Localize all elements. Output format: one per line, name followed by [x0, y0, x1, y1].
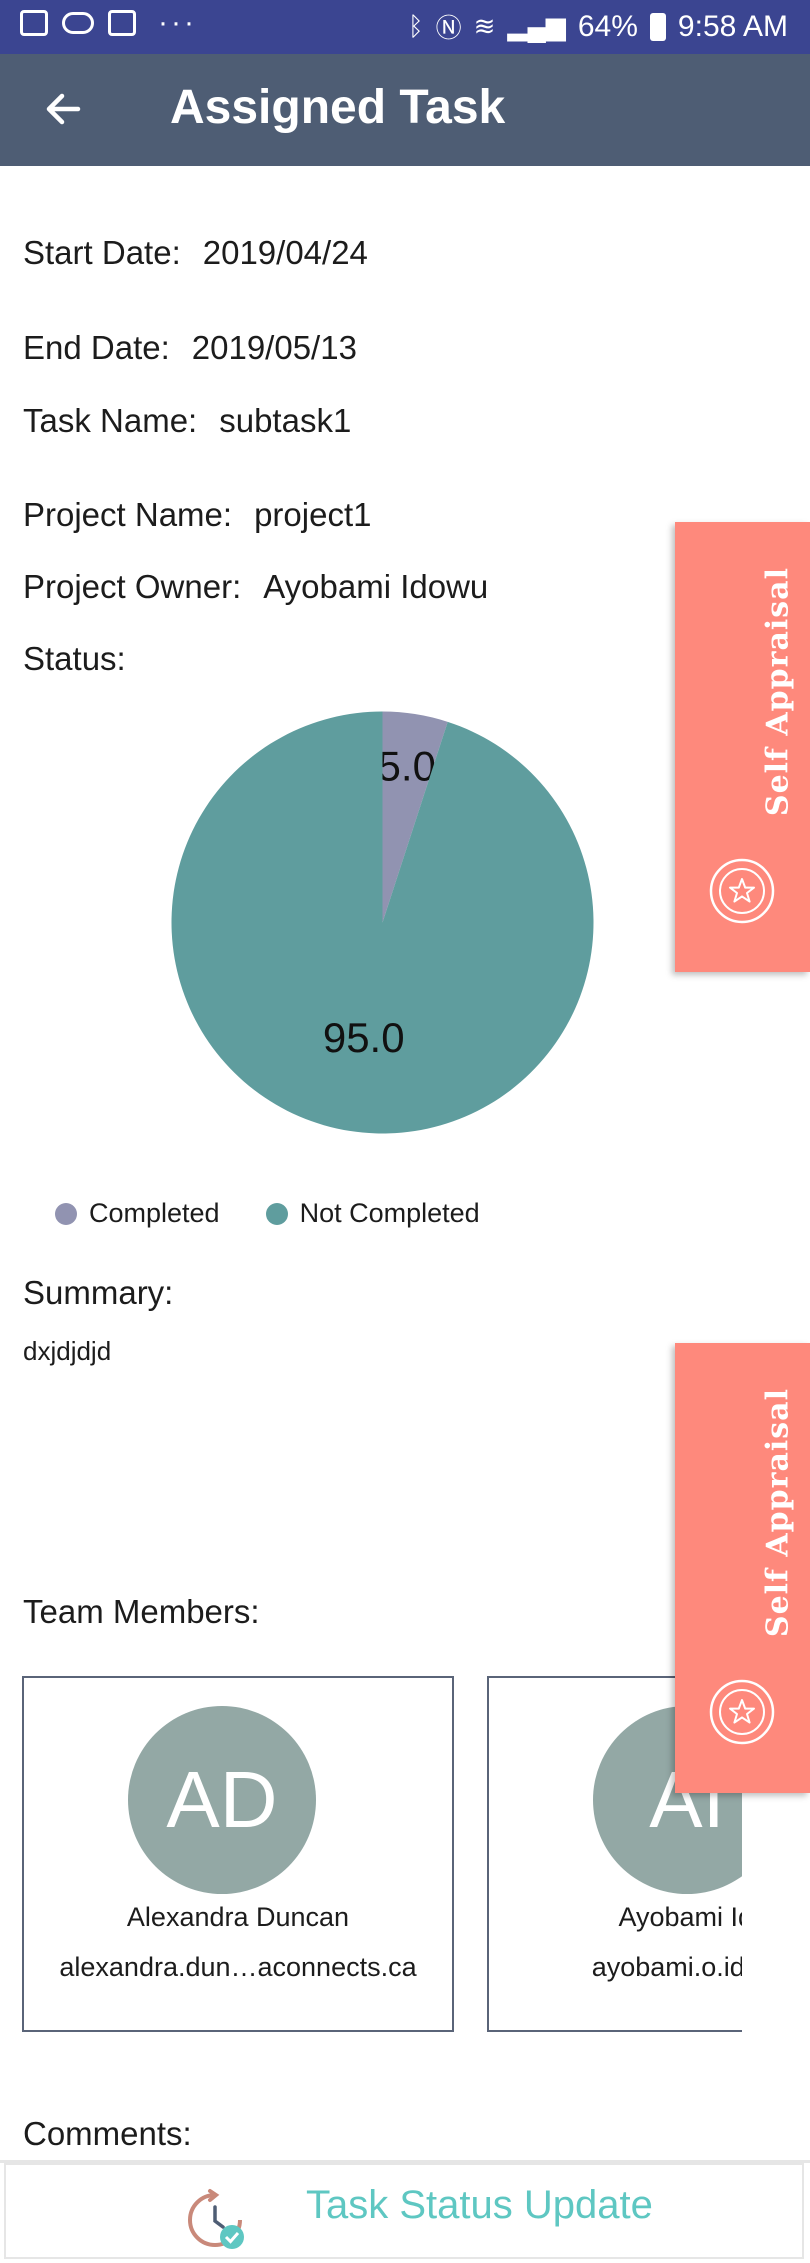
- cloud-icon: [62, 12, 94, 34]
- nfc-icon: Ⓝ: [435, 13, 462, 43]
- bluetooth-icon: ᛒ: [408, 11, 424, 41]
- member-name: Alexandra Duncan: [126, 1902, 350, 1932]
- task-status-update-label: Task Status Update: [306, 2183, 653, 2227]
- project-name-row: Project Name: project1: [23, 496, 371, 534]
- avatar: AD: [128, 1706, 316, 1894]
- page-title: Assigned Task: [170, 81, 506, 134]
- start-date-row: Start Date: 2019/04/24: [23, 234, 368, 272]
- project-name-label: Project Name:: [23, 496, 233, 533]
- task-name-row: Task Name: subtask1: [23, 402, 351, 440]
- task-name-label: Task Name:: [23, 402, 198, 439]
- task-status-update-bar[interactable]: Task Status Update: [0, 2160, 810, 2263]
- team-members-label: Team Members:: [23, 1593, 260, 1630]
- project-owner-label: Project Owner:: [23, 568, 242, 605]
- task-status-update-button[interactable]: Task Status Update: [4, 2163, 804, 2259]
- end-date-row: End Date: 2019/05/13: [23, 329, 357, 367]
- legend-dot-completed: [55, 1202, 77, 1225]
- summary-label: Summary:: [23, 1274, 174, 1311]
- member-email: ayobami.o.ido…@: [591, 1952, 742, 1982]
- self-appraisal-tab[interactable]: Self Appraisal: [675, 1343, 810, 1793]
- start-date-value: 2019/04/24: [202, 234, 368, 271]
- project-name-value: project1: [254, 496, 372, 533]
- self-appraisal-label: Self Appraisal: [760, 1388, 795, 1638]
- star-badge-icon: [709, 858, 775, 924]
- team-member-card[interactable]: AD Alexandra Duncan alexandra.dun…aconne…: [22, 1676, 454, 2032]
- star-badge-icon: [709, 1679, 775, 1745]
- battery-percent: 64%: [577, 9, 638, 43]
- status-pie-chart: 5.0 95.0: [171, 711, 594, 1134]
- self-appraisal-tab[interactable]: Self Appraisal: [675, 522, 810, 972]
- legend-dot-not-completed: [265, 1202, 288, 1225]
- self-appraisal-label: Self Appraisal: [760, 567, 795, 817]
- gallery-icon: [20, 10, 48, 36]
- member-email: alexandra.dun…aconnects.ca: [59, 1952, 417, 1982]
- wifi-icon: ≋: [473, 11, 496, 41]
- app-bar: Assigned Task: [0, 54, 810, 166]
- task-name-value: subtask1: [219, 402, 352, 439]
- status-bar: ··· ᛒ Ⓝ ≋ ▂▄▆ 64% 9:58 AM: [0, 0, 810, 54]
- more-notifications-icon: ···: [158, 6, 197, 39]
- status-label: Status:: [23, 640, 126, 677]
- legend-item-not-completed: Not Completed: [265, 1198, 480, 1229]
- pie-value-label: 95.0: [323, 1014, 405, 1061]
- battery-icon: [649, 12, 666, 41]
- start-date-label: Start Date:: [23, 234, 181, 271]
- clock: 9:58 AM: [677, 9, 788, 43]
- legend-label-completed: Completed: [89, 1198, 220, 1228]
- member-name: Ayobami Idow: [618, 1902, 742, 1932]
- end-date-label: End Date:: [23, 329, 170, 366]
- project-owner-row: Project Owner: Ayobami Idowu: [23, 568, 488, 606]
- status-update-icon: [188, 2189, 244, 2249]
- legend-label-not-completed: Not Completed: [299, 1198, 480, 1228]
- chart-legend: Completed Not Completed: [55, 1198, 526, 1229]
- signal-icon: ▂▄▆: [507, 11, 566, 41]
- summary-text: dxjdjdjd: [23, 1336, 112, 1366]
- pie-value-label: 5.0: [378, 743, 436, 790]
- pie-slice-not-completed: [171, 711, 594, 1134]
- legend-item-completed: Completed: [55, 1198, 220, 1229]
- comments-label: Comments:: [23, 2115, 192, 2152]
- image-icon: [108, 10, 136, 36]
- end-date-value: 2019/05/13: [191, 329, 357, 366]
- back-arrow-icon[interactable]: [38, 84, 88, 134]
- project-owner-value: Ayobami Idowu: [263, 568, 489, 605]
